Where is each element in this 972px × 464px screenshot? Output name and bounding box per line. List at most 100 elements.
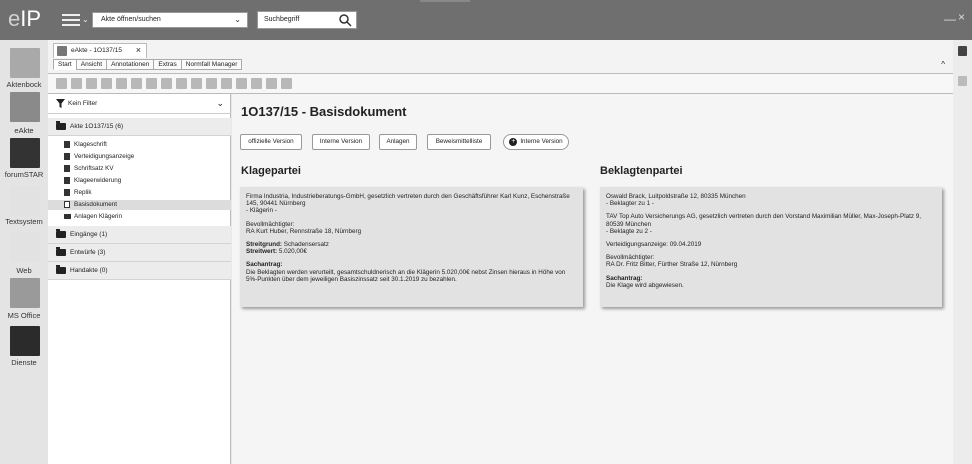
akte-select-value: Akte öffnen/suchen <box>101 16 161 23</box>
tree-leaf-label: Anlagen Klägerin <box>74 213 122 220</box>
tab-close-button[interactable]: × <box>136 45 141 55</box>
ribbon-tabs: Start Ansicht Annotationen Extras Normfa… <box>53 59 243 70</box>
aktenbock-icon[interactable] <box>10 48 40 78</box>
tree-leaf-label: Klageschrift <box>74 141 107 148</box>
app-label-eakte[interactable]: eAkte <box>0 126 48 135</box>
tree-leaf-klageschrift[interactable]: Klageschrift <box>62 140 222 150</box>
tree-node-entwuerfe[interactable]: Entwürfe (3) <box>48 244 231 262</box>
document-icon <box>57 46 67 56</box>
toolbar-button[interactable] <box>146 78 157 89</box>
toolbar <box>48 74 953 94</box>
filter-select[interactable]: Kein Filter ⌄ <box>48 94 231 114</box>
evidence-list-button[interactable]: Beweismittelliste <box>427 134 491 150</box>
document-outline-icon <box>64 201 70 208</box>
folder-icon <box>56 247 66 256</box>
ribbon-tab-annotationen[interactable]: Annotationen <box>106 59 154 70</box>
tree-leaf-verteidigungsanzeige[interactable]: Verteidigungsanzeige <box>62 152 222 162</box>
toolbar-button[interactable] <box>266 78 277 89</box>
akte-select[interactable]: Akte öffnen/suchen ⌄ <box>92 12 248 28</box>
tree-node-akte[interactable]: Akte 1O137/15 (6) <box>48 118 231 136</box>
ribbon-tab-ansicht[interactable]: Ansicht <box>75 59 107 70</box>
app-label-dienste[interactable]: Dienste <box>0 358 48 367</box>
tree-leaf-label: Replik <box>74 189 92 196</box>
ribbon-tab-extras[interactable]: Extras <box>153 59 181 70</box>
beklagtenpartei-counsel: Bevollmächtigter: RA Dr. Fritz Bitter, Fü… <box>606 254 738 269</box>
tree-leaf-label: Klageerwiderung <box>74 177 122 184</box>
dienste-icon[interactable] <box>10 326 40 356</box>
toolbar-button[interactable] <box>191 78 202 89</box>
folder-icon <box>64 214 71 219</box>
toolbar-button[interactable] <box>86 78 97 89</box>
app-label-textsystem[interactable]: Textsystem <box>0 217 48 226</box>
section-title-klagepartei: Klagepartei <box>241 165 301 177</box>
klagepartei-streit: Streitgrund: Schadensersatz Streitwert: 5… <box>246 241 329 256</box>
ribbon-tab-start[interactable]: Start <box>53 59 76 70</box>
official-version-button[interactable]: offizielle Version <box>240 134 302 150</box>
app-label-web[interactable]: Web <box>0 266 48 275</box>
ribbon-tab-normfall-manager[interactable]: Normfall Manager <box>180 59 243 70</box>
toolbar-button[interactable] <box>56 78 67 89</box>
search-placeholder: Suchbegriff <box>264 16 300 23</box>
search-input[interactable]: Suchbegriff <box>257 11 357 29</box>
tree-leaf-label: Basisdokument <box>74 201 118 208</box>
chevron-down-icon: ⌄ <box>234 15 241 24</box>
add-internal-version-button[interactable]: + Interne Version <box>503 134 569 150</box>
tree-leaf-anlagen-klaegerin[interactable]: Anlagen Klägerin <box>62 212 222 222</box>
tree-leaf-replik[interactable]: Replik <box>62 188 222 198</box>
textsystem-icon[interactable] <box>10 186 40 216</box>
chevron-down-icon: ⌄ <box>82 15 89 24</box>
beklagtenpartei-party-2: TAV Top Auto Versicherungs AG, gesetzlic… <box>606 213 921 235</box>
tab-eakte[interactable]: eAkte - 1O137/15 × <box>53 43 147 58</box>
document-icon <box>64 177 70 184</box>
document-icon <box>64 165 70 172</box>
collapse-ribbon-button[interactable]: ^ <box>941 60 945 69</box>
panel-toggle-icon[interactable] <box>958 46 967 56</box>
filter-value: Kein Filter <box>68 100 98 107</box>
app-label-ms-office[interactable]: MS Office <box>0 311 48 320</box>
app-label-forumstar[interactable]: forumSTAR <box>0 170 48 179</box>
tree-node-label: Entwürfe (3) <box>70 249 106 256</box>
toolbar-button[interactable] <box>236 78 247 89</box>
beklagtenpartei-anzeige: Verteidigungsanzeige: 09.04.2019 <box>606 241 702 249</box>
toolbar-button[interactable] <box>176 78 187 89</box>
attachments-button[interactable]: Anlagen <box>379 134 417 150</box>
web-icon[interactable] <box>10 232 40 262</box>
toolbar-button[interactable] <box>281 78 292 89</box>
toolbar-button[interactable] <box>161 78 172 89</box>
toolbar-button[interactable] <box>251 78 262 89</box>
document-tree: Kein Filter ⌄ Akte 1O137/15 (6) Klagesch… <box>48 94 231 464</box>
document-icon <box>64 189 70 196</box>
tree-node-label: Handakte (0) <box>70 267 108 274</box>
chevron-down-icon: ⌄ <box>216 98 224 108</box>
klagepartei-counsel: Bevollmächtigter: RA Kurt Huber, Rennstra… <box>246 220 362 235</box>
toolbar-button[interactable] <box>116 78 127 89</box>
app-logo: eIP <box>8 6 42 31</box>
toolbar-button[interactable] <box>206 78 217 89</box>
tree-node-handakte[interactable]: Handakte (0) <box>48 262 231 280</box>
toolbar-button[interactable] <box>131 78 142 89</box>
eakte-icon[interactable] <box>10 92 40 122</box>
toolbar-button[interactable] <box>71 78 82 89</box>
internal-version-button[interactable]: Interne Version <box>312 134 370 150</box>
tree-node-label: Eingänge (1) <box>70 231 108 238</box>
hamburger-menu-button[interactable]: ⌄ <box>62 12 90 28</box>
forumstar-icon[interactable] <box>10 138 40 168</box>
menu-icon-line <box>62 19 80 21</box>
close-button[interactable]: × <box>958 10 965 24</box>
tree-node-eingaenge[interactable]: Eingänge (1) <box>48 226 231 244</box>
top-bar: eIP ⌄ Akte öffnen/suchen ⌄ Suchbegriff —… <box>0 0 972 40</box>
ms-office-icon[interactable] <box>10 278 40 308</box>
tree-leaf-klageerwiderung[interactable]: Klageerwiderung <box>62 176 222 186</box>
search-icon[interactable] <box>338 13 352 27</box>
minimize-button[interactable]: — <box>944 12 956 26</box>
folder-icon <box>56 121 66 130</box>
tree-leaf-schriftsatz-kv[interactable]: Schriftsatz KV <box>62 164 222 174</box>
page-title: 1O137/15 - Basisdokument <box>241 104 407 119</box>
app-label-aktenbock[interactable]: Aktenbock <box>0 80 48 89</box>
document-icon <box>64 141 70 148</box>
plus-icon: + <box>509 138 518 146</box>
panel-secondary-icon[interactable] <box>958 76 967 86</box>
toolbar-button[interactable] <box>221 78 232 89</box>
tree-leaf-basisdokument[interactable]: Basisdokument <box>48 200 231 210</box>
toolbar-button[interactable] <box>101 78 112 89</box>
